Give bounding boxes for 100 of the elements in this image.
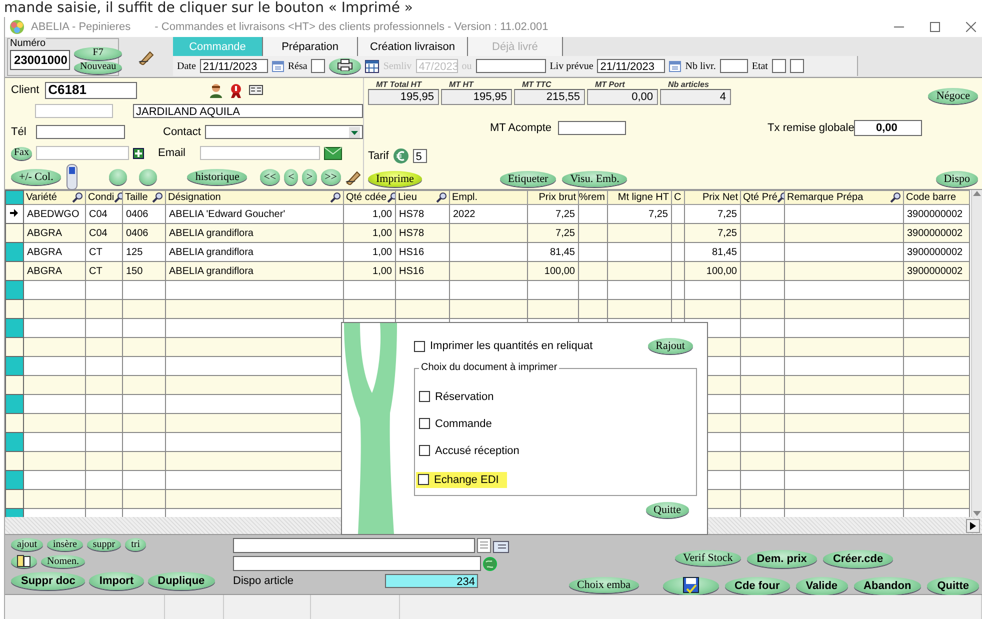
input-field[interactable] bbox=[720, 59, 748, 73]
search-icon[interactable] bbox=[890, 192, 901, 203]
book-button[interactable] bbox=[11, 555, 37, 568]
column-header[interactable]: Lieu bbox=[396, 190, 450, 204]
button[interactable]: Créer.cde bbox=[822, 550, 894, 568]
discount-field[interactable]: 0,00 bbox=[854, 120, 922, 136]
button[interactable]: Etiqueter bbox=[500, 171, 556, 187]
pen-icon[interactable] bbox=[138, 49, 156, 65]
button[interactable]: Rajout bbox=[648, 338, 693, 354]
column-header[interactable]: Prix brut bbox=[528, 190, 578, 204]
deposit-field[interactable] bbox=[558, 121, 626, 135]
scroll-right-button[interactable] bbox=[966, 518, 980, 532]
button[interactable]: Import bbox=[89, 572, 144, 590]
button[interactable]: Visu. Emb. bbox=[562, 171, 628, 187]
button[interactable]: Dispo bbox=[936, 171, 978, 187]
nav-button[interactable]: > bbox=[302, 169, 317, 185]
button[interactable]: +/- Col. bbox=[11, 169, 62, 185]
pen-icon[interactable] bbox=[345, 169, 363, 185]
column-header[interactable]: Mt ligne HT bbox=[608, 190, 672, 204]
input-field[interactable] bbox=[790, 59, 804, 73]
fax-field[interactable] bbox=[36, 146, 129, 160]
input-field[interactable] bbox=[311, 59, 326, 73]
button[interactable]: suppr bbox=[86, 538, 122, 551]
contact-dropdown[interactable] bbox=[204, 125, 363, 139]
mobile-phone-icon[interactable] bbox=[65, 164, 80, 190]
maximize-icon[interactable] bbox=[930, 22, 940, 32]
checkbox[interactable]: Echange EDI bbox=[416, 472, 507, 488]
fax-button[interactable]: Fax bbox=[11, 146, 32, 160]
search-icon[interactable] bbox=[72, 192, 83, 203]
input-field[interactable] bbox=[476, 59, 546, 73]
column-header[interactable]: Remarque Prépa bbox=[784, 190, 904, 204]
globe-icon[interactable] bbox=[483, 556, 497, 570]
document-icon[interactable] bbox=[493, 538, 509, 552]
phone-field[interactable] bbox=[36, 125, 125, 139]
input-field[interactable] bbox=[233, 556, 481, 571]
button[interactable]: ajout bbox=[11, 538, 43, 551]
checkbox[interactable]: Réservation bbox=[419, 390, 494, 402]
button[interactable]: insère bbox=[47, 538, 83, 551]
document-icon[interactable] bbox=[477, 538, 491, 553]
info-icon[interactable] bbox=[229, 82, 244, 98]
round-button[interactable] bbox=[109, 169, 128, 185]
input-field[interactable] bbox=[35, 104, 113, 118]
plus-icon[interactable] bbox=[133, 148, 144, 158]
tab[interactable]: Préparation bbox=[263, 37, 358, 56]
search-icon[interactable] bbox=[386, 192, 394, 203]
button[interactable]: tri bbox=[125, 538, 146, 551]
printer-button[interactable] bbox=[329, 58, 362, 74]
button[interactable]: Cde four bbox=[724, 577, 790, 595]
tariff-field[interactable]: 5 bbox=[412, 149, 427, 163]
search-icon[interactable] bbox=[152, 192, 163, 203]
button[interactable]: Nouveau bbox=[74, 60, 122, 74]
button[interactable]: Nomen. bbox=[41, 555, 85, 568]
button[interactable]: Imprime bbox=[368, 171, 422, 187]
column-header[interactable]: Condi bbox=[86, 190, 122, 204]
column-header[interactable]: Désignation bbox=[166, 190, 344, 204]
button[interactable]: Dem. prix bbox=[746, 550, 817, 568]
button[interactable]: Négoce bbox=[928, 88, 978, 104]
search-icon[interactable] bbox=[436, 192, 447, 203]
nav-button[interactable]: << bbox=[260, 169, 280, 185]
input-field[interactable] bbox=[772, 59, 786, 73]
button[interactable]: Quitte bbox=[927, 577, 979, 595]
column-header[interactable]: C bbox=[672, 190, 684, 204]
button[interactable]: Quitte bbox=[646, 502, 689, 518]
column-header[interactable]: %rem bbox=[578, 190, 608, 204]
person-icon[interactable] bbox=[209, 82, 224, 98]
calendar-icon[interactable] bbox=[365, 60, 380, 72]
button[interactable]: Valide bbox=[796, 577, 848, 595]
column-header[interactable]: Variété bbox=[24, 190, 86, 204]
button[interactable]: Choix emba bbox=[569, 577, 639, 593]
euro-icon[interactable] bbox=[392, 148, 409, 164]
input-field[interactable] bbox=[233, 538, 475, 553]
round-button[interactable] bbox=[139, 169, 158, 185]
column-header[interactable]: Qté Pré bbox=[740, 190, 784, 204]
stock-field[interactable]: 234 bbox=[385, 574, 478, 588]
button[interactable]: Suppr doc bbox=[11, 572, 86, 590]
close-icon[interactable] bbox=[966, 22, 976, 32]
button[interactable]: Abandon bbox=[854, 577, 922, 595]
save-button[interactable] bbox=[662, 577, 719, 595]
button[interactable]: Verif Stock bbox=[675, 550, 741, 566]
button[interactable]: historique bbox=[187, 169, 248, 185]
tab[interactable]: Création livraison bbox=[358, 37, 468, 56]
column-header[interactable]: Empl. bbox=[450, 190, 528, 204]
nav-button[interactable]: < bbox=[284, 169, 298, 185]
envelope-icon[interactable] bbox=[324, 146, 342, 160]
checkbox[interactable]: Imprimer les quantités en reliquat bbox=[414, 340, 593, 352]
checkbox[interactable]: Commande bbox=[419, 418, 492, 430]
button[interactable]: F7 bbox=[74, 46, 122, 60]
checkbox[interactable]: Accusé réception bbox=[419, 444, 520, 456]
column-header[interactable]: Qté cdée bbox=[344, 190, 396, 204]
column-header[interactable]: Taille bbox=[122, 190, 166, 204]
date-field[interactable]: 21/11/2023 bbox=[200, 59, 268, 73]
number-field[interactable]: 23001000 bbox=[10, 50, 70, 70]
search-icon[interactable] bbox=[330, 192, 341, 203]
button[interactable]: Duplique bbox=[148, 572, 215, 590]
client-name-field[interactable]: JARDILAND AQUILA bbox=[133, 104, 363, 118]
date-field[interactable]: 21/11/2023 bbox=[597, 59, 666, 73]
column-header[interactable]: Code barre bbox=[904, 190, 970, 204]
card-icon[interactable] bbox=[249, 85, 264, 95]
email-field[interactable] bbox=[200, 146, 320, 160]
nav-button[interactable]: >> bbox=[320, 169, 341, 185]
